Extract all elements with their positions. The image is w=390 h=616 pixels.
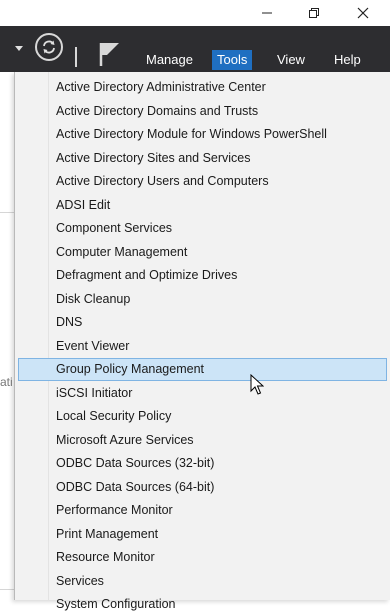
menu-item-performance-monitor[interactable]: Performance Monitor bbox=[18, 499, 387, 522]
background-text-fragment: ati bbox=[0, 375, 13, 389]
menu-item-ad-administrative-center[interactable]: Active Directory Administrative Center bbox=[18, 76, 387, 99]
menu-item-ad-domains-trusts[interactable]: Active Directory Domains and Trusts bbox=[18, 100, 387, 123]
mouse-cursor-icon bbox=[250, 374, 264, 395]
pane-divider bbox=[0, 212, 14, 213]
menu-item-event-viewer[interactable]: Event Viewer bbox=[18, 335, 387, 358]
menu-manage[interactable]: Manage bbox=[141, 50, 198, 70]
window-title-bar bbox=[0, 0, 390, 26]
notifications-flag-icon[interactable] bbox=[99, 42, 121, 66]
close-button[interactable] bbox=[340, 0, 386, 26]
menu-item-services[interactable]: Services bbox=[18, 570, 387, 593]
menu-view[interactable]: View bbox=[272, 50, 310, 70]
refresh-button[interactable] bbox=[35, 33, 63, 61]
menu-item-ad-sites-services[interactable]: Active Directory Sites and Services bbox=[18, 147, 387, 170]
restore-button[interactable] bbox=[291, 0, 337, 26]
menu-item-odbc-64[interactable]: ODBC Data Sources (64-bit) bbox=[18, 476, 387, 499]
dropdown-arrow-icon[interactable] bbox=[15, 46, 23, 52]
minimize-button[interactable] bbox=[244, 0, 290, 26]
menu-tools[interactable]: Tools bbox=[212, 50, 253, 70]
menu-item-defragment-drives[interactable]: Defragment and Optimize Drives bbox=[18, 264, 387, 287]
menu-item-azure-services[interactable]: Microsoft Azure Services bbox=[18, 429, 387, 452]
menu-item-component-services[interactable]: Component Services bbox=[18, 217, 387, 240]
menu-item-ad-users-computers[interactable]: Active Directory Users and Computers bbox=[18, 170, 387, 193]
menu-item-computer-management[interactable]: Computer Management bbox=[18, 241, 387, 264]
menu-item-ad-module-powershell[interactable]: Active Directory Module for Windows Powe… bbox=[18, 123, 387, 146]
menu-item-dns[interactable]: DNS bbox=[18, 311, 387, 334]
menu-item-group-policy-management[interactable]: Group Policy Management bbox=[18, 358, 387, 381]
toolbar-separator bbox=[75, 47, 77, 67]
menu-item-disk-cleanup[interactable]: Disk Cleanup bbox=[18, 288, 387, 311]
restore-icon bbox=[309, 8, 319, 18]
server-manager-toolbar: Manage Tools View Help bbox=[0, 26, 390, 72]
menu-item-odbc-32[interactable]: ODBC Data Sources (32-bit) bbox=[18, 452, 387, 475]
refresh-icon bbox=[43, 40, 55, 54]
pane-divider bbox=[0, 589, 14, 590]
background-pane: ati bbox=[0, 72, 14, 600]
minimize-icon bbox=[262, 12, 272, 14]
menu-item-print-management[interactable]: Print Management bbox=[18, 523, 387, 546]
menu-item-resource-monitor[interactable]: Resource Monitor bbox=[18, 546, 387, 569]
menu-item-iscsi-initiator[interactable]: iSCSI Initiator bbox=[18, 382, 387, 405]
close-icon bbox=[357, 7, 369, 19]
menu-item-system-configuration[interactable]: System Configuration bbox=[18, 593, 387, 616]
tools-dropdown-menu: Active Directory Administrative Center A… bbox=[14, 72, 390, 611]
menu-help[interactable]: Help bbox=[329, 50, 366, 70]
menu-item-local-security-policy[interactable]: Local Security Policy bbox=[18, 405, 387, 428]
menu-item-adsi-edit[interactable]: ADSI Edit bbox=[18, 194, 387, 217]
